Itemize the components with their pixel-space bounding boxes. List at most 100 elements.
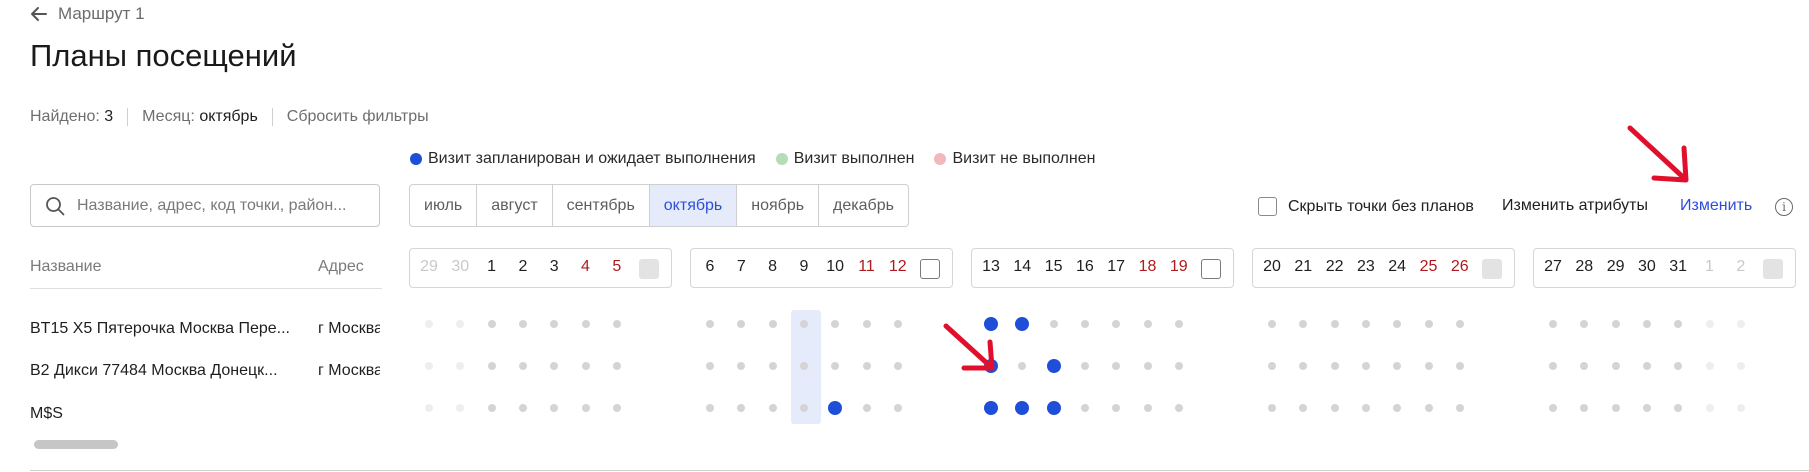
empty-slot-dot[interactable] bbox=[612, 362, 621, 370]
tab-november[interactable]: ноябрь bbox=[737, 185, 820, 226]
empty-slot-dot[interactable] bbox=[1424, 320, 1433, 328]
empty-slot-dot[interactable] bbox=[1455, 404, 1464, 412]
planned-visit-dot[interactable] bbox=[1046, 359, 1061, 373]
empty-slot-dot[interactable] bbox=[1674, 362, 1683, 370]
search-input[interactable] bbox=[75, 195, 369, 216]
empty-slot-dot[interactable] bbox=[1455, 362, 1464, 370]
empty-slot-dot[interactable] bbox=[831, 362, 840, 370]
info-icon[interactable]: i bbox=[1775, 198, 1793, 216]
empty-slot-dot[interactable] bbox=[1268, 362, 1276, 370]
empty-slot-dot[interactable] bbox=[581, 404, 590, 412]
empty-slot-dot[interactable] bbox=[1174, 404, 1183, 412]
empty-slot-dot[interactable] bbox=[1080, 362, 1089, 370]
empty-slot-dot[interactable] bbox=[550, 320, 559, 328]
column-header-address[interactable]: Адрес bbox=[318, 258, 364, 276]
empty-slot-dot[interactable] bbox=[1549, 320, 1557, 328]
empty-slot-dot[interactable] bbox=[1268, 404, 1276, 412]
empty-slot-dot[interactable] bbox=[799, 362, 808, 370]
empty-slot-dot[interactable] bbox=[1299, 362, 1308, 370]
empty-slot-dot[interactable] bbox=[1736, 362, 1745, 370]
empty-slot-dot[interactable] bbox=[1642, 404, 1651, 412]
empty-slot-dot[interactable] bbox=[581, 362, 590, 370]
empty-slot-dot[interactable] bbox=[425, 362, 433, 370]
empty-slot-dot[interactable] bbox=[1330, 320, 1339, 328]
empty-slot-dot[interactable] bbox=[487, 320, 496, 328]
empty-slot-dot[interactable] bbox=[1611, 404, 1620, 412]
empty-slot-dot[interactable] bbox=[862, 404, 871, 412]
empty-slot-dot[interactable] bbox=[893, 404, 902, 412]
empty-slot-dot[interactable] bbox=[799, 320, 808, 328]
empty-slot-dot[interactable] bbox=[1424, 362, 1433, 370]
row-name[interactable]: M$S bbox=[30, 405, 302, 423]
empty-slot-dot[interactable] bbox=[1080, 404, 1089, 412]
empty-slot-dot[interactable] bbox=[1299, 320, 1308, 328]
tab-october[interactable]: октябрь bbox=[649, 185, 738, 226]
planned-visit-dot[interactable] bbox=[984, 401, 998, 415]
empty-slot-dot[interactable] bbox=[1705, 320, 1714, 328]
week-select-checkbox[interactable] bbox=[920, 259, 940, 279]
empty-slot-dot[interactable] bbox=[1642, 320, 1651, 328]
empty-slot-dot[interactable] bbox=[893, 362, 902, 370]
empty-slot-dot[interactable] bbox=[1393, 320, 1402, 328]
edit-button[interactable]: Изменить bbox=[1680, 197, 1752, 215]
planned-visit-dot[interactable] bbox=[828, 401, 843, 415]
empty-slot-dot[interactable] bbox=[456, 320, 465, 328]
back-link[interactable]: Маршрут 1 bbox=[30, 4, 145, 24]
empty-slot-dot[interactable] bbox=[1049, 320, 1058, 328]
tab-august[interactable]: август bbox=[477, 185, 553, 226]
horizontal-scrollbar[interactable] bbox=[34, 440, 118, 449]
empty-slot-dot[interactable] bbox=[1330, 404, 1339, 412]
empty-slot-dot[interactable] bbox=[1580, 362, 1589, 370]
empty-slot-dot[interactable] bbox=[706, 404, 714, 412]
empty-slot-dot[interactable] bbox=[737, 404, 746, 412]
empty-slot-dot[interactable] bbox=[1112, 320, 1121, 328]
empty-slot-dot[interactable] bbox=[518, 362, 527, 370]
empty-slot-dot[interactable] bbox=[1580, 320, 1589, 328]
tab-september[interactable]: сентябрь bbox=[553, 185, 650, 226]
tab-july[interactable]: июль bbox=[410, 185, 478, 226]
planned-visit-dot[interactable] bbox=[984, 317, 998, 331]
empty-slot-dot[interactable] bbox=[1736, 404, 1745, 412]
empty-slot-dot[interactable] bbox=[456, 404, 465, 412]
empty-slot-dot[interactable] bbox=[893, 320, 902, 328]
empty-slot-dot[interactable] bbox=[487, 404, 496, 412]
empty-slot-dot[interactable] bbox=[1361, 362, 1370, 370]
empty-slot-dot[interactable] bbox=[1080, 320, 1089, 328]
empty-slot-dot[interactable] bbox=[831, 320, 840, 328]
empty-slot-dot[interactable] bbox=[518, 404, 527, 412]
column-header-name[interactable]: Название bbox=[30, 258, 102, 276]
empty-slot-dot[interactable] bbox=[1393, 404, 1402, 412]
reset-filters-link[interactable]: Сбросить фильтры bbox=[287, 108, 429, 126]
empty-slot-dot[interactable] bbox=[1174, 320, 1183, 328]
empty-slot-dot[interactable] bbox=[768, 320, 777, 328]
edit-attributes-button[interactable]: Изменить атрибуты bbox=[1502, 197, 1648, 215]
empty-slot-dot[interactable] bbox=[768, 362, 777, 370]
empty-slot-dot[interactable] bbox=[737, 320, 746, 328]
empty-slot-dot[interactable] bbox=[768, 404, 777, 412]
week-select-checkbox[interactable] bbox=[1201, 259, 1221, 279]
empty-slot-dot[interactable] bbox=[706, 320, 714, 328]
empty-slot-dot[interactable] bbox=[1018, 362, 1027, 370]
planned-visit-dot[interactable] bbox=[1046, 401, 1061, 415]
empty-slot-dot[interactable] bbox=[1674, 320, 1683, 328]
empty-slot-dot[interactable] bbox=[487, 362, 496, 370]
planned-visit-dot[interactable] bbox=[984, 359, 998, 373]
planned-visit-dot[interactable] bbox=[1015, 317, 1030, 331]
empty-slot-dot[interactable] bbox=[612, 404, 621, 412]
empty-slot-dot[interactable] bbox=[1611, 320, 1620, 328]
empty-slot-dot[interactable] bbox=[1736, 320, 1745, 328]
empty-slot-dot[interactable] bbox=[425, 320, 433, 328]
tab-december[interactable]: декабрь bbox=[819, 185, 908, 226]
empty-slot-dot[interactable] bbox=[862, 362, 871, 370]
empty-slot-dot[interactable] bbox=[737, 362, 746, 370]
empty-slot-dot[interactable] bbox=[1268, 320, 1276, 328]
empty-slot-dot[interactable] bbox=[706, 362, 714, 370]
empty-slot-dot[interactable] bbox=[612, 320, 621, 328]
empty-slot-dot[interactable] bbox=[1112, 404, 1121, 412]
empty-slot-dot[interactable] bbox=[1642, 362, 1651, 370]
empty-slot-dot[interactable] bbox=[1549, 362, 1557, 370]
empty-slot-dot[interactable] bbox=[550, 404, 559, 412]
planned-visit-dot[interactable] bbox=[1015, 401, 1030, 415]
empty-slot-dot[interactable] bbox=[1393, 362, 1402, 370]
empty-slot-dot[interactable] bbox=[1112, 362, 1121, 370]
